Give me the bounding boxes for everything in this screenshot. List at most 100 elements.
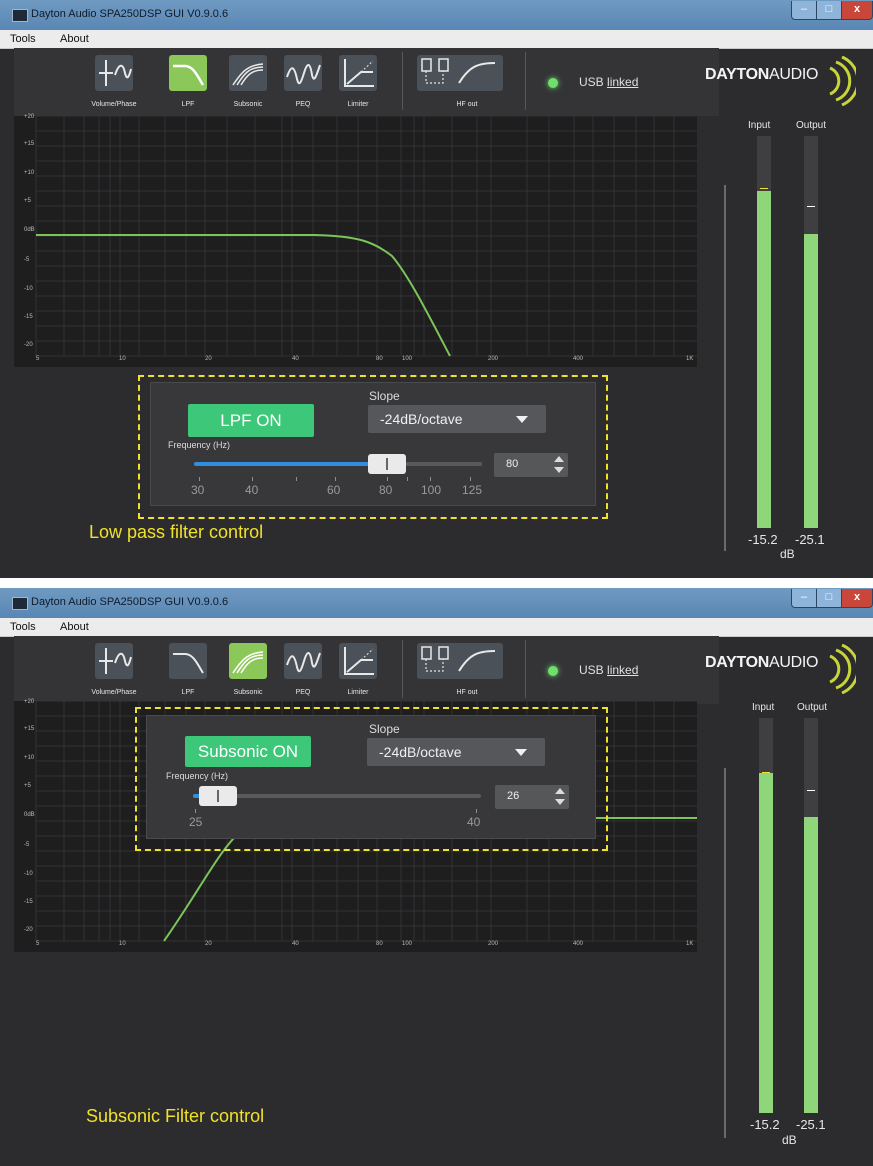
tab-lpf[interactable] <box>169 643 207 679</box>
x-tick-label: 200 <box>488 356 499 362</box>
tab-limiter[interactable] <box>339 55 377 91</box>
usb-label: USB <box>579 75 604 89</box>
increment-icon[interactable] <box>554 456 564 462</box>
maximize-button[interactable]: □ <box>816 1 842 20</box>
x-tick-label: 400 <box>573 356 584 362</box>
close-button[interactable]: x <box>841 1 873 20</box>
frequency-stepper[interactable] <box>550 453 568 477</box>
tab-hf-out-label: HF out <box>456 689 478 696</box>
input-peak-marker <box>762 772 770 773</box>
slope-label: Slope <box>369 722 400 736</box>
slider-tick-label: 25 <box>189 815 203 829</box>
y-tick-label: +15 <box>24 141 35 147</box>
x-tick-label: 100 <box>402 941 413 947</box>
meter-unit: dB <box>782 1133 797 1147</box>
tab-hf-out[interactable] <box>417 643 503 679</box>
frequency-spinbox[interactable]: 26 <box>495 785 569 809</box>
caption-lpf: Low pass filter control <box>89 522 264 542</box>
slider-tick-label: 30 <box>191 483 205 497</box>
x-tick-label: 1K <box>686 356 694 362</box>
title-bar: Dayton Audio SPA250DSP GUI V0.9.0.6 – □ … <box>0 0 873 30</box>
frequency-stepper[interactable] <box>551 785 569 809</box>
tab-lpf[interactable] <box>169 55 207 91</box>
slope-value: -24dB/octave <box>380 411 463 427</box>
frequency-slider-thumb[interactable] <box>199 786 237 806</box>
tab-volume-phase[interactable] <box>95 55 133 91</box>
usb-linked-link[interactable]: linked <box>607 663 638 677</box>
minimize-button[interactable]: – <box>791 589 817 608</box>
subsonic-on-button[interactable]: Subsonic ON <box>185 736 311 767</box>
slider-tick <box>335 477 336 481</box>
caption-subsonic: Subsonic Filter control <box>86 1106 265 1126</box>
logo-waves-icon <box>829 56 856 106</box>
meter-scale-bar <box>724 185 726 551</box>
y-tick-label: +15 <box>24 726 35 732</box>
menu-about[interactable]: About <box>60 33 89 45</box>
response-graph: +20 +15 +10 +5 0dB -5 -10 -15 -20 5 10 2… <box>14 114 697 367</box>
x-tick-label: 40 <box>292 356 299 362</box>
output-peak-marker <box>807 790 815 791</box>
tab-hf-out[interactable] <box>417 55 503 91</box>
app-icon <box>12 597 28 610</box>
toolbar-divider <box>525 640 526 698</box>
peq-icon <box>286 652 321 673</box>
x-tick-label: 5 <box>36 356 40 362</box>
close-button[interactable]: x <box>841 589 873 608</box>
frequency-spinbox[interactable]: 80 <box>494 453 568 477</box>
increment-icon[interactable] <box>555 788 565 794</box>
y-tick-label: +10 <box>24 170 35 176</box>
usb-linked-link[interactable]: linked <box>607 75 638 89</box>
slope-dropdown[interactable]: -24dB/octave <box>368 405 546 433</box>
y-tick-label: +20 <box>24 699 35 705</box>
tab-volume-phase[interactable] <box>95 643 133 679</box>
output-level-meter <box>804 136 818 528</box>
tab-peq[interactable] <box>284 643 322 679</box>
menu-about[interactable]: About <box>60 621 89 633</box>
x-tick-label: 10 <box>119 356 126 362</box>
x-tick-label: 100 <box>402 356 413 362</box>
maximize-button[interactable]: □ <box>816 589 842 608</box>
decrement-icon[interactable] <box>554 467 564 473</box>
input-level-fill <box>759 773 773 1113</box>
y-tick-label: -5 <box>24 842 30 848</box>
tab-limiter[interactable] <box>339 643 377 679</box>
y-tick-label: -10 <box>24 286 33 292</box>
peq-icon <box>286 64 321 85</box>
decrement-icon[interactable] <box>555 799 565 805</box>
lpf-icon <box>173 64 205 86</box>
toolbar-divider <box>402 640 403 698</box>
input-peak-marker <box>760 188 768 189</box>
slope-label: Slope <box>369 389 400 403</box>
slider-tick <box>387 477 388 481</box>
meter-scale-bar <box>724 768 726 1138</box>
slope-value: -24dB/octave <box>379 744 462 760</box>
y-tick-label: -15 <box>24 899 33 905</box>
lpf-icon <box>173 653 204 674</box>
menu-bar: Tools About <box>0 618 873 637</box>
tab-volume-phase-label: Volume/Phase <box>91 689 137 696</box>
x-tick-label: 200 <box>488 941 499 947</box>
frequency-value: 80 <box>506 458 519 470</box>
hf-out-icon <box>421 58 496 84</box>
input-level-fill <box>757 190 771 528</box>
tab-subsonic[interactable] <box>229 643 267 679</box>
title-bar: Dayton Audio SPA250DSP GUI V0.9.0.6 – □ … <box>0 588 873 618</box>
lpf-control-panel: LPF ON Slope -24dB/octave Frequency (Hz)… <box>150 382 596 506</box>
slider-tick <box>195 809 196 813</box>
tab-volume-phase-label: Volume/Phase <box>91 101 137 108</box>
lpf-on-button[interactable]: LPF ON <box>188 404 314 437</box>
tab-subsonic[interactable] <box>229 55 267 91</box>
output-meter-label: Output <box>797 702 828 713</box>
menu-tools[interactable]: Tools <box>10 621 36 633</box>
output-level-fill <box>804 234 818 528</box>
x-tick-label: 1K <box>686 941 694 947</box>
slope-dropdown[interactable]: -24dB/octave <box>367 738 545 766</box>
frequency-slider-thumb[interactable] <box>368 454 406 474</box>
menu-tools[interactable]: Tools <box>10 33 36 45</box>
x-tick-label: 20 <box>205 356 212 362</box>
slider-tick <box>476 809 477 813</box>
slider-tick-label: 80 <box>379 483 393 497</box>
tab-peq[interactable] <box>284 55 322 91</box>
minimize-button[interactable]: – <box>791 1 817 20</box>
y-tick-label: -20 <box>24 927 33 933</box>
